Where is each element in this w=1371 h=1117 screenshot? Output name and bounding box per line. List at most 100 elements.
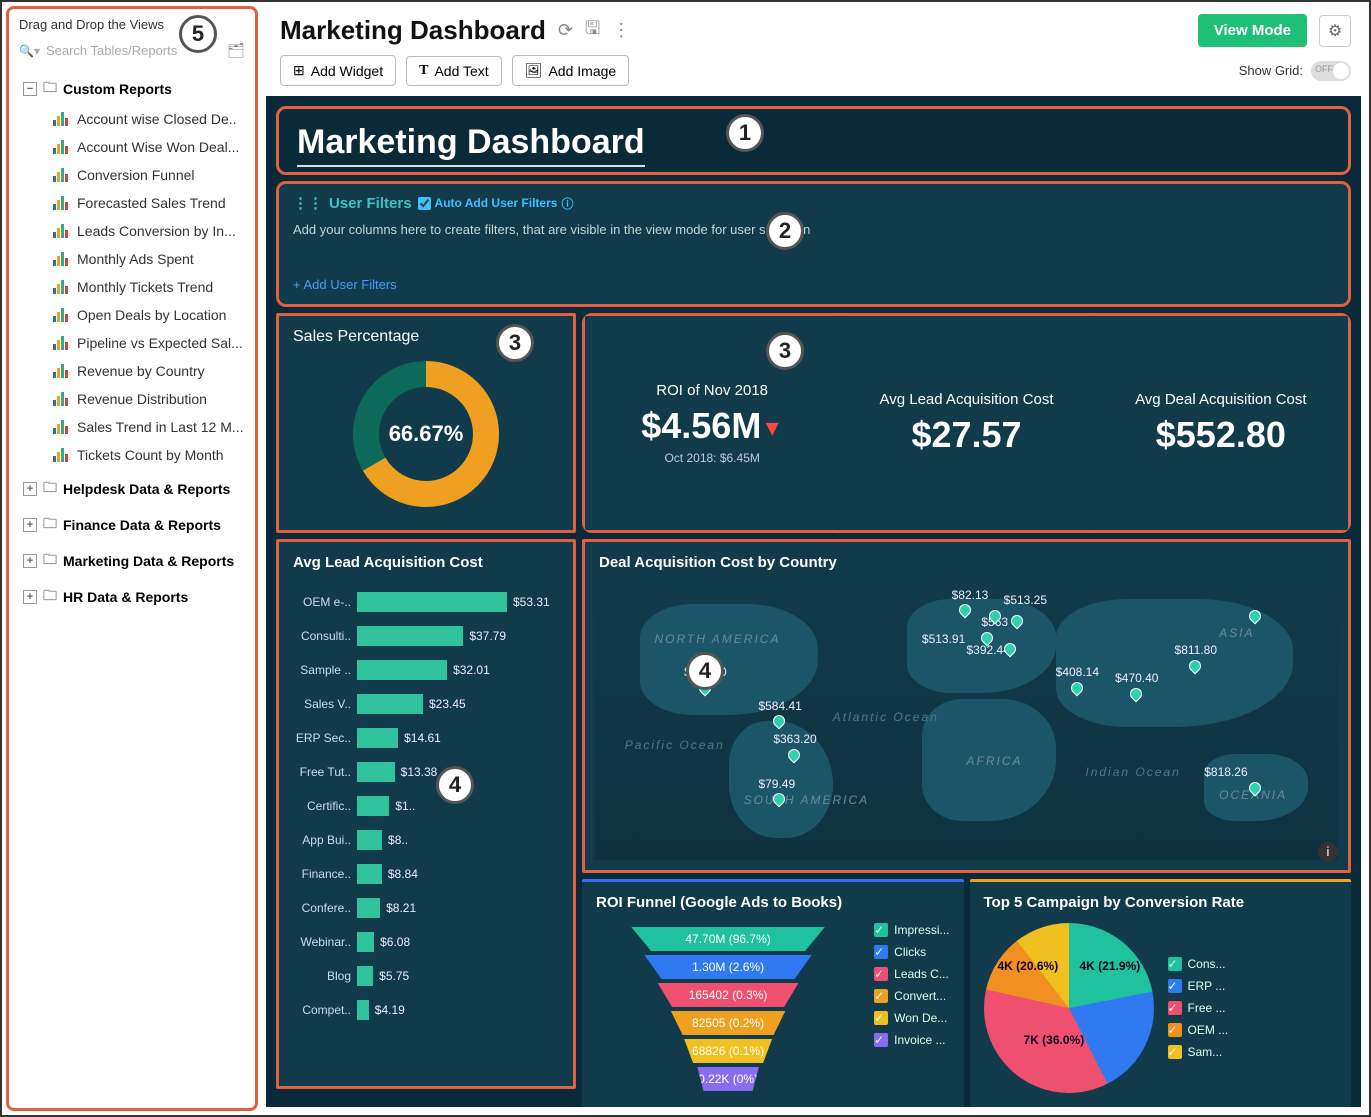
dashboard-title-panel: Marketing Dashboard [276,106,1351,175]
search-placeholder: Search Tables/Reports [46,43,177,58]
show-grid-toggle[interactable]: Show Grid: OFF [1239,61,1351,81]
refresh-icon[interactable]: ⟳ [558,20,573,41]
settings-button[interactable]: ⚙ [1319,15,1351,47]
continent-label: NORTH AMERICA [654,632,780,646]
grip-icon[interactable]: ⋮⋮ [293,194,323,212]
panel-title: ROI Funnel (Google Ads to Books) [596,894,950,911]
add-widget-button[interactable]: ⊞Add Widget [280,55,396,86]
kpi-value: $4.56M [641,405,761,446]
tree-item[interactable]: Revenue by Country [17,357,255,385]
sidebar-drag-hint: Drag and Drop the Views [9,9,255,36]
add-text-button[interactable]: T Add Text [406,56,502,86]
lead-cost-bar-panel[interactable]: Avg Lead Acquisition Cost OEM e-..$53.31… [276,539,576,1089]
pie-chart: 4K (21.9%) 4K (20.6%) 7K (36.0%) [984,923,1154,1093]
tree-group-label: HR Data & Reports [63,589,188,605]
tree-group-label: Helpdesk Data & Reports [63,481,230,497]
toggle-off-label: OFF [1315,64,1333,74]
tree-item[interactable]: Monthly Tickets Trend [17,273,255,301]
tree-group-custom-reports[interactable]: − 🗀 Custom Reports [17,73,255,105]
tree-item[interactable]: Leads Conversion by In... [17,217,255,245]
expand-icon[interactable]: + [23,554,37,568]
add-image-button[interactable]: 🖼Add Image [512,55,630,86]
tree-item[interactable]: Open Deals by Location [17,301,255,329]
tree-item-label: Tickets Count by Month [77,447,224,463]
chart-icon [53,140,69,154]
expand-icon[interactable]: + [23,482,37,496]
tree-item[interactable]: Account Wise Won Deal... [17,133,255,161]
trend-down-icon: ▼ [761,415,783,440]
search-icon: 🔍▾ [19,44,40,58]
kpi-lead-cost[interactable]: Avg Lead Acquisition Cost $27.57 [839,316,1093,530]
save-icon[interactable]: 🖫 [585,16,600,46]
map-value: $584.41 [758,699,801,713]
funnel-panel[interactable]: ROI Funnel (Google Ads to Books) 47.70M … [582,879,964,1107]
view-mode-button[interactable]: View Mode [1198,14,1307,47]
tree-item[interactable]: Revenue Distribution [17,385,255,413]
expand-icon[interactable]: + [23,518,37,532]
donut-value: 66.67% [389,421,464,447]
callout-4a: 4 [436,766,474,804]
tree-item-label: Revenue by Country [77,363,205,379]
tree-group-helpdesk[interactable]: +🗀Helpdesk Data & Reports [17,473,255,505]
info-icon[interactable]: i [1318,842,1338,862]
tree-item-label: Account wise Closed De.. [77,111,237,127]
tree-item[interactable]: Tickets Count by Month [17,441,255,469]
chart-icon [53,308,69,322]
tree-item[interactable]: Monthly Ads Spent [17,245,255,273]
tree-item[interactable]: Account wise Closed De.. [17,105,255,133]
add-user-filters-link[interactable]: + Add User Filters [293,277,397,292]
kpi-value: $552.80 [1108,414,1334,456]
chart-icon [53,168,69,182]
tree-item[interactable]: Forecasted Sales Trend [17,189,255,217]
kpi-value: $27.57 [853,414,1079,456]
kpi-deal-cost[interactable]: Avg Deal Acquisition Cost $552.80 [1094,316,1348,530]
panel-title: Top 5 Campaign by Conversion Rate [984,894,1338,911]
collapse-icon[interactable]: − [23,82,37,96]
sidebar-tree: − 🗀 Custom Reports Account wise Closed D… [9,65,255,1108]
map-value: $363.20 [773,732,816,746]
pie-legend: ✓Cons...✓ERP ...✓Free ...✓OEM ...✓Sam... [1168,957,1229,1059]
tree-item-label: Monthly Tickets Trend [77,279,213,295]
tree-item-label: Leads Conversion by In... [77,223,236,239]
sidebar-search[interactable]: 🔍▾ Search Tables/Reports 🗂 [9,36,255,65]
continent-label: ASIA [1219,626,1254,640]
ocean-label: Pacific Ocean [625,738,725,752]
map-value: $818.26 [1204,765,1247,779]
btn-label: Add Text [434,63,488,79]
kpi-title: ROI of Nov 2018 [599,382,825,399]
auto-add-checkbox[interactable] [418,197,431,210]
new-folder-icon[interactable]: 🗂 [227,42,245,59]
help-icon[interactable]: ⓘ [561,195,573,212]
tree-item-label: Sales Trend in Last 12 M... [77,419,244,435]
auto-add-filters[interactable]: Auto Add User Filters ⓘ [418,195,574,212]
callout-3b: 3 [766,332,804,370]
chart-icon [53,252,69,266]
tree-group-marketing[interactable]: +🗀Marketing Data & Reports [17,545,255,577]
funnel-chart: 47.70M (96.7%)1.30M (2.6%)165402 (0.3%)8… [596,927,860,1091]
expand-icon[interactable]: + [23,590,37,604]
chart-icon [53,196,69,210]
pie-panel[interactable]: Top 5 Campaign by Conversion Rate 4K (21… [970,879,1352,1107]
tree-group-hr[interactable]: +🗀HR Data & Reports [17,581,255,613]
map-panel[interactable]: Deal Acquisition Cost by Country NORTH A… [582,539,1351,873]
tree-group-finance[interactable]: +🗀Finance Data & Reports [17,509,255,541]
tree-item[interactable]: Sales Trend in Last 12 M... [17,413,255,441]
btn-label: Add Image [548,63,616,79]
tree-item-label: Revenue Distribution [77,391,207,407]
callout-2: 2 [766,212,804,250]
tree-item[interactable]: Conversion Funnel [17,161,255,189]
text-icon: T [419,63,428,79]
callout-4b: 4 [686,652,724,690]
more-icon[interactable]: ⋮ [612,20,630,41]
pie-slice-label: 4K (20.6%) [998,959,1059,973]
pie-slice-label: 4K (21.9%) [1080,959,1141,973]
tree-item-label: Open Deals by Location [77,307,226,323]
widget-icon: ⊞ [293,62,305,79]
tree-item-label: Pipeline vs Expected Sal... [77,335,243,351]
page-title: Marketing Dashboard [280,15,546,46]
user-filters-heading: User Filters [329,195,412,212]
toggle-switch[interactable]: OFF [1311,61,1351,81]
chart-icon [53,448,69,462]
tree-item[interactable]: Pipeline vs Expected Sal... [17,329,255,357]
world-map: NORTH AMERICA SOUTH AMERICA AFRICA ASIA … [595,582,1338,860]
